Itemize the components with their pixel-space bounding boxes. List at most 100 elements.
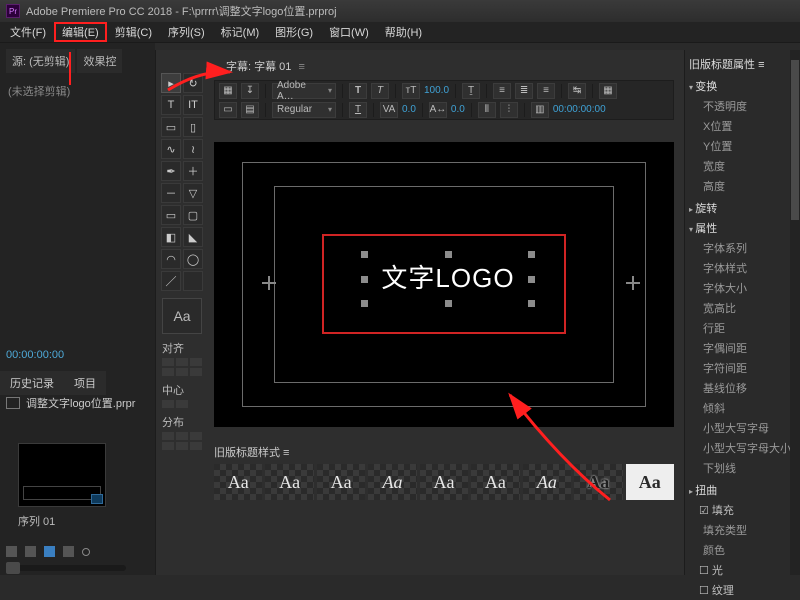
vertical-type-tool-icon[interactable]: IT — [183, 95, 203, 115]
add-anchor-tool-icon[interactable]: ＋ — [183, 161, 203, 181]
menu-file[interactable]: 文件(F) — [2, 22, 54, 42]
area-type-tool-icon[interactable]: ▭ — [161, 117, 181, 137]
prop-smallcaps[interactable]: 小型大写字母 — [689, 418, 796, 438]
prop-smallcaps-size[interactable]: 小型大写字母大小 — [689, 438, 796, 458]
menu-graphics[interactable]: 图形(G) — [267, 22, 321, 42]
menu-window[interactable]: 窗口(W) — [321, 22, 377, 42]
tab-stops-icon[interactable]: ↹ — [568, 83, 586, 99]
menu-marker[interactable]: 标记(M) — [213, 22, 268, 42]
kerning-value[interactable]: 0.0 — [402, 104, 416, 115]
path-type-tool-icon[interactable]: ∿ — [161, 139, 181, 159]
group-properties[interactable]: 属性 — [689, 220, 796, 236]
style-swatch[interactable]: Aa — [523, 464, 571, 500]
bold-icon[interactable]: T — [349, 83, 367, 99]
convert-anchor-tool-icon[interactable]: ▽ — [183, 183, 203, 203]
templates-icon[interactable]: ▦ — [219, 83, 237, 99]
tab-effect-controls[interactable]: 效果控 — [77, 49, 122, 73]
kerning-icon[interactable]: Ṯ — [462, 83, 480, 99]
group-transform[interactable]: 变换 — [689, 78, 796, 94]
delete-anchor-tool-icon[interactable]: － — [161, 183, 181, 203]
sort-icon[interactable] — [63, 546, 74, 557]
new-title-icon[interactable]: ▭ — [219, 102, 237, 118]
font-family-dropdown[interactable]: Adobe A… — [272, 83, 336, 99]
group-distort[interactable]: 扭曲 — [689, 482, 796, 498]
tab-project[interactable]: 项目 — [64, 371, 106, 395]
style-swatch[interactable]: Aa — [368, 464, 416, 500]
roll-crawl-icon[interactable]: ↧ — [241, 83, 259, 99]
clipped-rect-tool-icon[interactable]: ◧ — [161, 227, 181, 247]
leading-value[interactable]: 0.0 — [451, 104, 465, 115]
style-swatch[interactable]: Aa — [214, 464, 262, 500]
style-swatch[interactable]: Aa — [626, 464, 674, 500]
new-bin-icon[interactable] — [82, 548, 90, 556]
prop-underline[interactable]: 下划线 — [689, 458, 796, 478]
style-swatch[interactable]: Aa — [420, 464, 468, 500]
underline-icon[interactable]: T — [349, 102, 367, 118]
prop-fill-type[interactable]: 填充类型 — [689, 520, 796, 540]
zoom-slider-knob[interactable] — [6, 562, 20, 574]
prop-opacity[interactable]: 不透明度 — [689, 96, 796, 116]
style-swatch[interactable]: Aa — [471, 464, 519, 500]
prop-width[interactable]: 宽度 — [689, 156, 796, 176]
titler-tab[interactable]: 字幕: 字幕 01 ≡ — [226, 58, 305, 74]
titler-timecode[interactable]: 00:00:00:00 — [553, 104, 606, 115]
safe-margin-icon[interactable]: ▥ — [531, 102, 549, 118]
prop-font-size[interactable]: 字体大小 — [689, 278, 796, 298]
prop-yposition[interactable]: Y位置 — [689, 136, 796, 156]
prop-height[interactable]: 高度 — [689, 176, 796, 196]
menu-sequence[interactable]: 序列(S) — [160, 22, 213, 42]
title-type-icon[interactable]: ▤ — [241, 102, 259, 118]
italic-icon[interactable]: T — [371, 83, 389, 99]
align-left-icon[interactable]: ≡ — [493, 83, 511, 99]
style-preview-swatch[interactable]: Aa — [162, 298, 202, 334]
prop-baseline[interactable]: 基线位移 — [689, 378, 796, 398]
vertical-area-type-tool-icon[interactable]: ▯ — [183, 117, 203, 137]
selection-tool-icon[interactable]: ▸ — [161, 73, 181, 93]
vertical-path-type-tool-icon[interactable]: ≀ — [183, 139, 203, 159]
handle-rm[interactable] — [528, 276, 535, 283]
project-file-row[interactable]: 调整文字logo位置.prpr — [6, 395, 135, 411]
handle-tl[interactable] — [361, 251, 368, 258]
distribute-v-icon[interactable]: ⫶ — [500, 102, 518, 118]
handle-br[interactable] — [528, 300, 535, 307]
type-tool-icon[interactable]: T — [161, 95, 181, 115]
prop-kerning[interactable]: 字偶间距 — [689, 338, 796, 358]
prop-slant[interactable]: 倾斜 — [689, 398, 796, 418]
bounding-box[interactable] — [364, 254, 532, 304]
ellipse-tool-icon[interactable]: ◯ — [183, 249, 203, 269]
prop-sheen[interactable]: 光 — [689, 560, 796, 580]
freeform-view-icon[interactable] — [44, 546, 55, 557]
menu-help[interactable]: 帮助(H) — [377, 22, 430, 42]
sequence-thumbnail[interactable] — [18, 443, 106, 507]
icon-view-icon[interactable] — [25, 546, 36, 557]
props-scrollbar[interactable] — [790, 50, 800, 575]
rectangle-tool-icon[interactable]: ▭ — [161, 205, 181, 225]
handle-bm[interactable] — [445, 300, 452, 307]
align-buttons[interactable] — [162, 358, 202, 376]
rounded-rect-tool-icon[interactable]: ▢ — [183, 205, 203, 225]
prop-font-family[interactable]: 字体系列 — [689, 238, 796, 258]
prop-xposition[interactable]: X位置 — [689, 116, 796, 136]
source-timecode[interactable]: 00:00:00:00 — [6, 349, 64, 361]
title-canvas[interactable]: 文字LOGO — [214, 142, 674, 427]
arc-tool-icon[interactable]: ◠ — [161, 249, 181, 269]
tab-source[interactable]: 源: (无剪辑) — [6, 49, 75, 73]
style-swatch[interactable]: Aa — [317, 464, 365, 500]
zoom-slider[interactable] — [6, 565, 126, 571]
distribute-h-icon[interactable]: ⫴ — [478, 102, 496, 118]
show-video-icon[interactable]: ▦ — [599, 83, 617, 99]
props-menu-icon[interactable]: ≡ — [758, 59, 764, 71]
handle-tm[interactable] — [445, 251, 452, 258]
handle-tr[interactable] — [528, 251, 535, 258]
menu-edit[interactable]: 编辑(E) — [54, 22, 107, 42]
panel-menu-icon[interactable]: ≡ — [298, 61, 304, 73]
pen-tool-icon[interactable]: ✒ — [161, 161, 181, 181]
line-tool-icon[interactable]: ／ — [161, 271, 181, 291]
prop-color[interactable]: 颜色 — [689, 540, 796, 560]
prop-aspect[interactable]: 宽高比 — [689, 298, 796, 318]
menu-clip[interactable]: 剪辑(C) — [107, 22, 160, 42]
font-weight-dropdown[interactable]: Regular — [272, 102, 336, 118]
center-buttons[interactable] — [162, 400, 202, 408]
font-size-value[interactable]: 100.0 — [424, 85, 449, 96]
prop-texture[interactable]: 纹理 — [689, 580, 796, 600]
